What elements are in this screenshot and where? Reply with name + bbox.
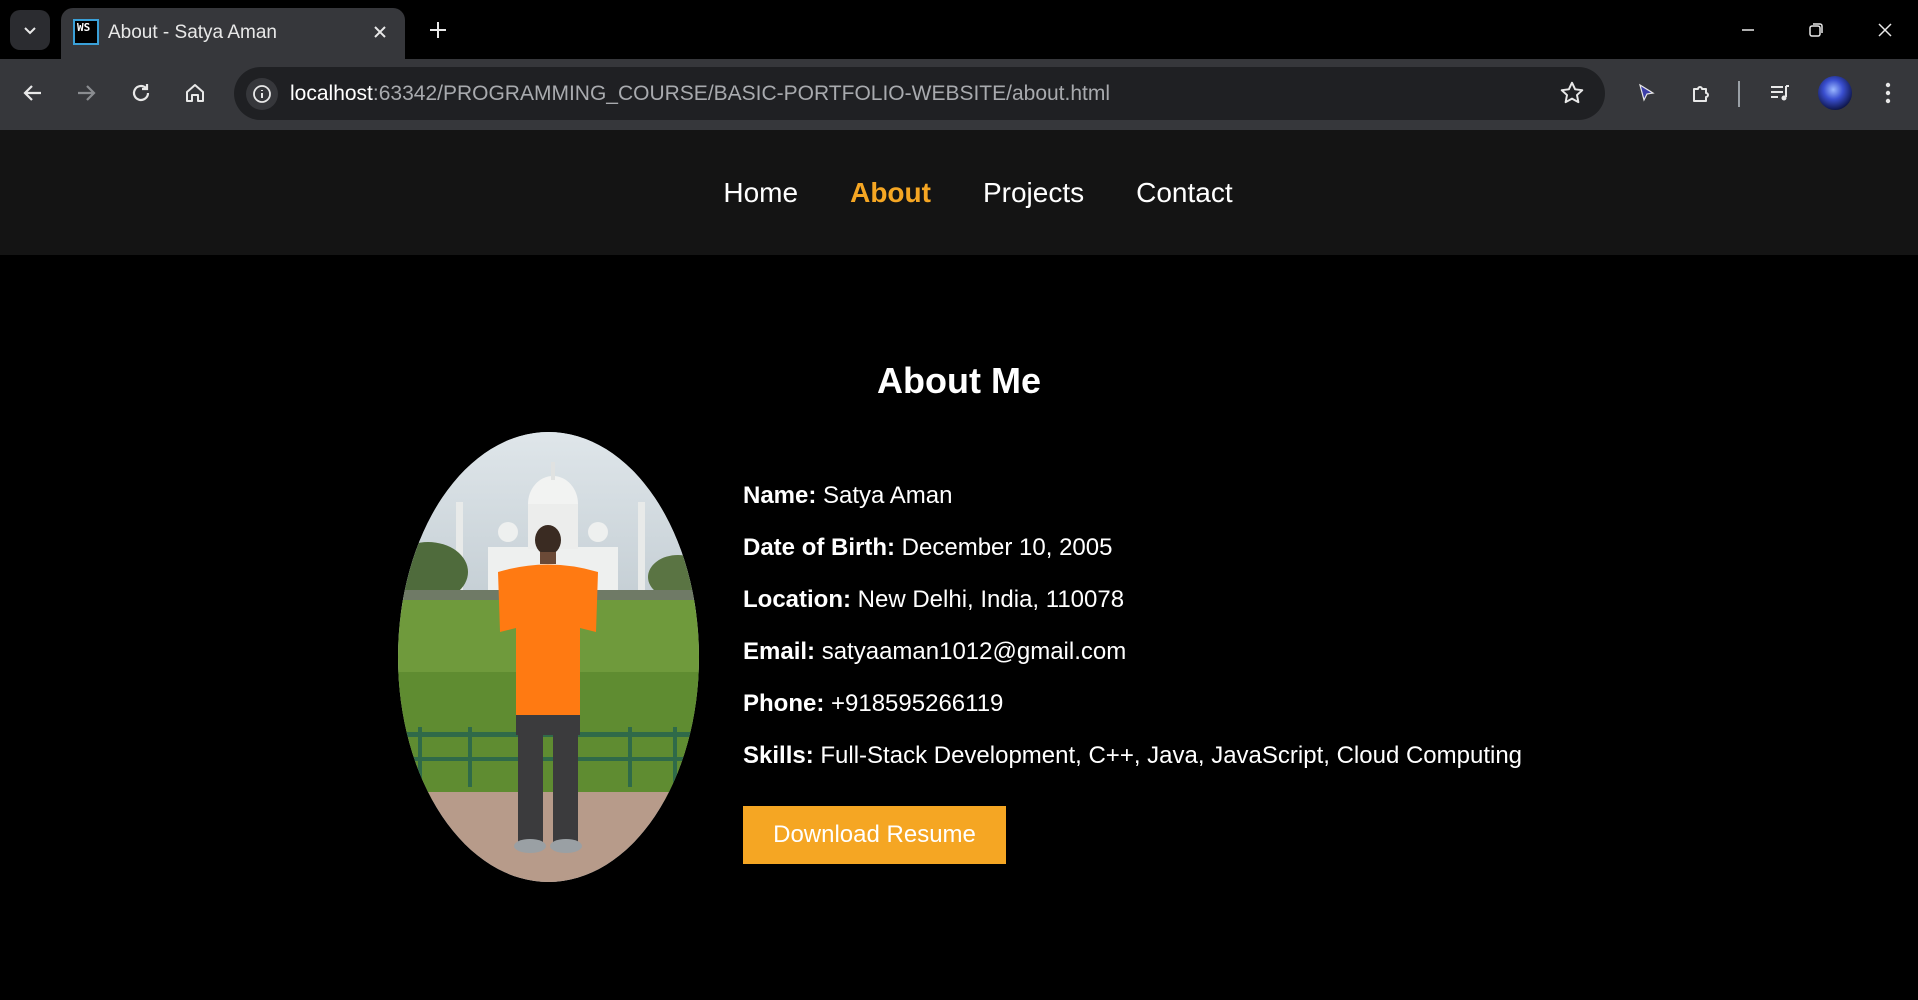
about-heading: About Me (877, 360, 1041, 401)
profile-avatar[interactable] (1818, 76, 1852, 110)
detail-dob: Date of Birth: December 10, 2005 (743, 522, 1522, 574)
back-button[interactable] (13, 73, 53, 113)
tab-search-button[interactable] (10, 10, 50, 50)
detail-value: satyaaman1012@gmail.com (821, 638, 1127, 665)
arrow-left-icon (23, 85, 41, 101)
forward-button[interactable] (66, 73, 106, 113)
reload-button[interactable] (121, 73, 161, 113)
nav-home-link[interactable]: Home (723, 177, 798, 209)
more-vertical-icon (1885, 82, 1891, 104)
restore-icon (1809, 23, 1823, 37)
home-icon (186, 84, 204, 102)
url-text[interactable]: localhost:63342/PROGRAMMING_COURSE/BASIC… (290, 82, 1110, 106)
minimize-button[interactable] (1725, 8, 1771, 52)
bookmark-star-icon[interactable] (1559, 80, 1585, 111)
browser-tab[interactable]: WS About - Satya Aman (61, 8, 405, 59)
detail-phone: Phone: +918595266119 (743, 678, 1522, 730)
extension-pointer-button[interactable] (1626, 73, 1666, 113)
nav-contact-link[interactable]: Contact (1136, 177, 1233, 209)
restore-button[interactable] (1793, 8, 1839, 52)
detail-email: Email: satyaaman1012@gmail.com (743, 626, 1522, 678)
about-details: Name: Satya Aman Date of Birth: December… (743, 470, 1522, 782)
detail-name: Name: Satya Aman (743, 470, 1522, 522)
webstorm-icon: WS (73, 19, 99, 45)
media-controls-button[interactable] (1760, 73, 1800, 113)
playlist-music-icon (1771, 85, 1789, 101)
nav-about-link[interactable]: About (850, 177, 931, 209)
profile-photo (398, 432, 699, 882)
detail-location: Location: New Delhi, India, 110078 (743, 574, 1522, 626)
new-tab-button[interactable] (420, 12, 456, 48)
arrow-right-icon (78, 85, 96, 101)
detail-value: December 10, 2005 (901, 534, 1113, 561)
chevron-down-icon (24, 27, 36, 35)
url-host: localhost (290, 82, 373, 105)
site-info-icon[interactable] (246, 78, 278, 110)
plus-icon (430, 22, 446, 38)
menu-button[interactable] (1868, 73, 1908, 113)
address-bar[interactable]: localhost:63342/PROGRAMMING_COURSE/BASIC… (234, 67, 1605, 120)
detail-value: New Delhi, India, 110078 (857, 586, 1125, 613)
detail-value: Satya Aman (823, 482, 953, 509)
home-button[interactable] (175, 73, 215, 113)
detail-value: Full-Stack Development, C++, Java, JavaS… (820, 742, 1523, 769)
url-path: :63342/PROGRAMMING_COURSE/BASIC-PORTFOLI… (372, 82, 1111, 105)
close-icon (1878, 23, 1892, 37)
detail-label: Phone: (743, 690, 825, 717)
browser-toolbar: localhost:63342/PROGRAMMING_COURSE/BASIC… (0, 59, 1918, 130)
close-tab-icon[interactable] (367, 19, 393, 45)
extensions-button[interactable] (1682, 73, 1722, 113)
minimize-icon (1742, 29, 1754, 31)
tab-title: About - Satya Aman (108, 22, 277, 43)
web-page: Home About Projects Contact About Me Nam… (0, 130, 1918, 1000)
site-navbar: Home About Projects Contact (0, 130, 1918, 255)
detail-label: Email: (743, 638, 816, 665)
reload-icon (132, 84, 150, 102)
nav-projects-link[interactable]: Projects (983, 177, 1084, 209)
toolbar-separator (1738, 81, 1740, 107)
detail-label: Skills: (743, 742, 814, 769)
close-window-button[interactable] (1862, 8, 1908, 52)
detail-label: Location: (743, 586, 851, 613)
detail-skills: Skills: Full-Stack Development, C++, Jav… (743, 730, 1522, 782)
profile-photo-illustration (398, 432, 699, 882)
browser-tab-bar: WS About - Satya Aman (0, 0, 1918, 59)
puzzle-icon (1693, 86, 1709, 102)
detail-label: Name: (743, 482, 817, 509)
cursor-icon (1639, 83, 1655, 102)
detail-value: +918595266119 (831, 690, 1004, 717)
download-resume-button[interactable]: Download Resume (743, 806, 1006, 864)
detail-label: Date of Birth: (743, 534, 895, 561)
